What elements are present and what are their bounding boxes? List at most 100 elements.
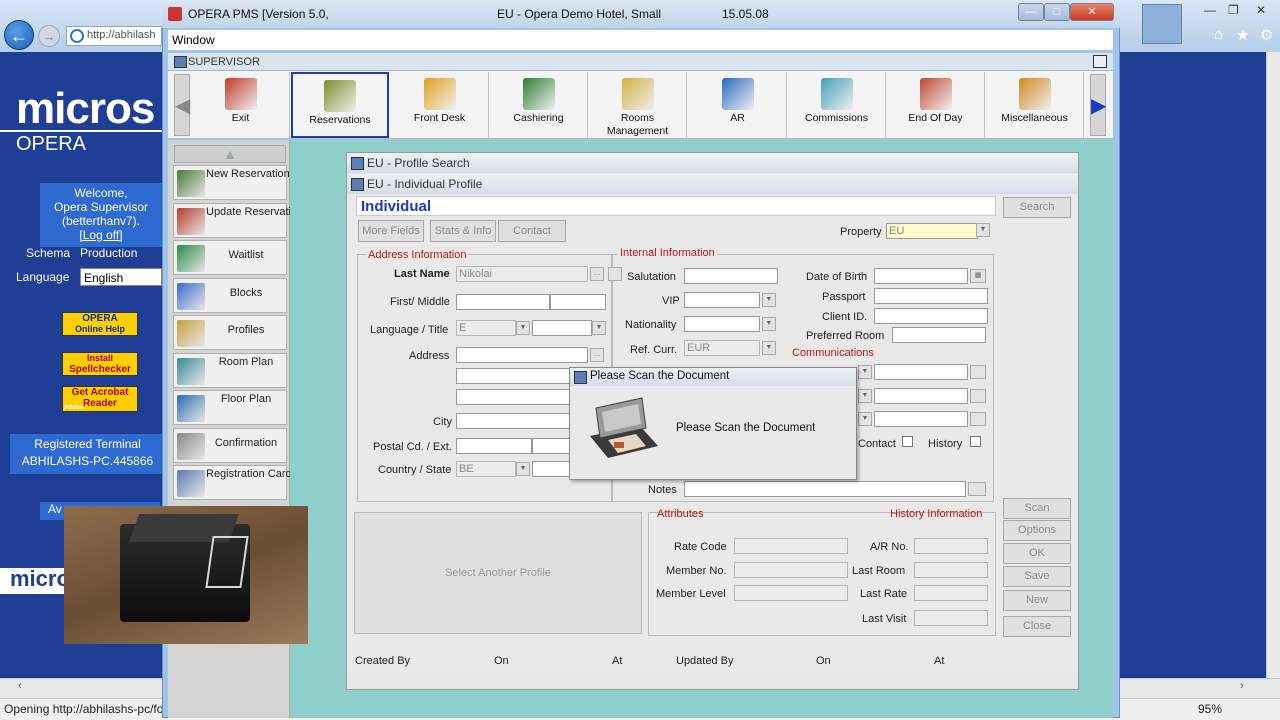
toolbar-exit[interactable]: Exit — [192, 72, 290, 138]
comm3-lookup-icon[interactable] — [970, 412, 986, 426]
lookup-icon[interactable]: … — [590, 267, 604, 281]
nav-waitlist[interactable]: Waitlist — [173, 240, 287, 275]
property-field[interactable]: EU — [886, 223, 978, 239]
comm1-field[interactable] — [874, 364, 968, 380]
comm2-field[interactable] — [874, 388, 968, 404]
client-id-field[interactable] — [874, 308, 988, 324]
maximize-button[interactable]: □ — [1044, 3, 1070, 21]
nationality-dropdown-icon[interactable]: ▼ — [762, 317, 776, 331]
country-field[interactable]: BE — [456, 461, 516, 477]
contact-button[interactable]: Contact — [498, 220, 566, 242]
nav-blocks[interactable]: Blocks — [173, 277, 287, 313]
notes-field[interactable] — [684, 481, 966, 497]
save-button[interactable]: Save — [1003, 566, 1071, 587]
last-visit-field[interactable] — [914, 610, 988, 626]
install-spellchecker-button[interactable]: Install Spellchecker — [62, 352, 138, 376]
comm2-lookup-icon[interactable] — [970, 389, 986, 403]
scroll-left-icon[interactable]: ‹ — [18, 680, 22, 692]
nav-confirmation[interactable]: Confirmation — [173, 427, 287, 463]
address-line3-field[interactable] — [456, 389, 570, 405]
ref-curr-field[interactable]: EUR — [684, 340, 760, 356]
home-icon[interactable]: ⌂ — [1214, 26, 1223, 43]
logoff-link[interactable]: [Log off] — [40, 228, 162, 242]
nav-scroll-up-icon[interactable]: ▲ — [174, 145, 286, 163]
calendar-icon[interactable]: ▦ — [970, 269, 986, 283]
first-name-field[interactable] — [456, 294, 550, 310]
last-room-field[interactable] — [914, 562, 988, 578]
language-field[interactable]: E — [456, 320, 516, 336]
address-line1-field[interactable] — [456, 347, 588, 363]
search-button[interactable]: Search — [1003, 197, 1071, 218]
close-profile-button[interactable]: Close — [1003, 616, 1071, 637]
nav-update-reservation[interactable]: Update Reservation — [173, 202, 303, 238]
language-select[interactable]: English — [80, 268, 162, 286]
comm3-field[interactable] — [874, 411, 968, 427]
comm3-dropdown-icon[interactable]: ▼ — [858, 412, 872, 426]
comm2-dropdown-icon[interactable]: ▼ — [858, 389, 872, 403]
stats-info-button[interactable]: Stats & Info — [430, 220, 496, 242]
toolbar-commissions[interactable]: Commissions — [788, 72, 886, 138]
language-dropdown-icon[interactable]: ▼ — [516, 321, 530, 335]
city-field[interactable] — [456, 413, 570, 429]
menu-window[interactable]: Window — [172, 33, 215, 47]
options-button[interactable]: Options — [1003, 520, 1071, 541]
dob-field[interactable] — [874, 268, 968, 284]
nationality-field[interactable] — [684, 316, 760, 332]
settings-gear-icon[interactable]: ⚙ — [1260, 26, 1273, 44]
lookup-icon[interactable] — [608, 267, 622, 281]
country-dropdown-icon[interactable]: ▼ — [516, 462, 530, 476]
salutation-field[interactable] — [684, 268, 778, 284]
scroll-right-icon[interactable]: › — [1240, 680, 1244, 692]
toolbar-ar[interactable]: AR — [689, 72, 787, 138]
close-button[interactable]: ✕ — [1070, 3, 1114, 21]
toolbar-miscellaneous[interactable]: Miscellaneous — [986, 72, 1084, 138]
history-checkbox[interactable] — [970, 436, 981, 447]
toolbar-rooms-management[interactable]: Rooms Management — [589, 72, 687, 138]
comm1-lookup-icon[interactable] — [970, 365, 986, 379]
property-dropdown-icon[interactable]: ▼ — [976, 223, 990, 237]
restore-icon[interactable] — [1093, 55, 1107, 68]
address-line2-field[interactable] — [456, 368, 570, 384]
rate-code-field[interactable] — [734, 538, 848, 554]
notes-lookup-icon[interactable] — [968, 482, 986, 496]
passport-field[interactable] — [874, 288, 988, 304]
ar-no-field[interactable] — [914, 538, 988, 554]
member-no-field[interactable] — [734, 562, 848, 578]
nav-floor-plan[interactable]: Floor Plan — [173, 390, 287, 425]
vip-dropdown-icon[interactable]: ▼ — [762, 293, 776, 307]
ref-curr-dropdown-icon[interactable]: ▼ — [762, 341, 776, 355]
toolbar-end-of-day[interactable]: End Of Day — [887, 72, 985, 138]
toolbar-front-desk[interactable]: Front Desk — [391, 72, 489, 138]
toolbar-scroll-right-icon[interactable]: ▶ — [1090, 74, 1106, 136]
minimize-icon[interactable]: — — [1204, 3, 1216, 17]
vip-field[interactable] — [684, 292, 760, 308]
toolbar-reservations[interactable]: Reservations — [291, 72, 389, 138]
last-rate-field[interactable] — [914, 585, 988, 601]
last-name-field[interactable]: Nikolai — [456, 266, 588, 282]
title-dropdown-icon[interactable]: ▼ — [592, 321, 606, 335]
close-icon[interactable]: ✕ — [1256, 3, 1266, 17]
back-button[interactable]: ← — [4, 20, 34, 50]
postal-ext-field[interactable] — [532, 438, 570, 454]
nav-new-reservation[interactable]: New Reservation — [173, 165, 290, 200]
toolbar-scroll-left-icon[interactable]: ◀ — [174, 74, 190, 136]
nav-room-plan[interactable]: Room Plan — [173, 352, 287, 388]
ok-button[interactable]: OK — [1003, 543, 1071, 564]
toolbar-cashiering[interactable]: Cashiering — [490, 72, 588, 138]
contact-checkbox[interactable] — [902, 436, 913, 447]
middle-name-field[interactable] — [550, 294, 606, 310]
address-lookup-icon[interactable]: … — [590, 348, 604, 362]
vertical-scrollbar[interactable] — [1266, 52, 1280, 678]
minimize-button[interactable]: — — [1018, 3, 1044, 21]
postal-code-field[interactable] — [456, 438, 532, 454]
member-level-field[interactable] — [734, 585, 848, 601]
get-acrobat-reader-button[interactable]: Get Acrobat Reader Adobe — [62, 386, 138, 412]
preferred-room-field[interactable] — [892, 327, 986, 343]
state-field[interactable] — [532, 461, 570, 477]
comm1-dropdown-icon[interactable]: ▼ — [858, 365, 872, 379]
forward-button[interactable]: → — [38, 25, 60, 47]
new-button[interactable]: New — [1003, 590, 1071, 611]
nav-registration-cards[interactable]: Registration Cards — [173, 465, 297, 500]
zoom-level[interactable]: 95% — [1198, 702, 1222, 716]
scan-button[interactable]: Scan — [1003, 498, 1071, 519]
